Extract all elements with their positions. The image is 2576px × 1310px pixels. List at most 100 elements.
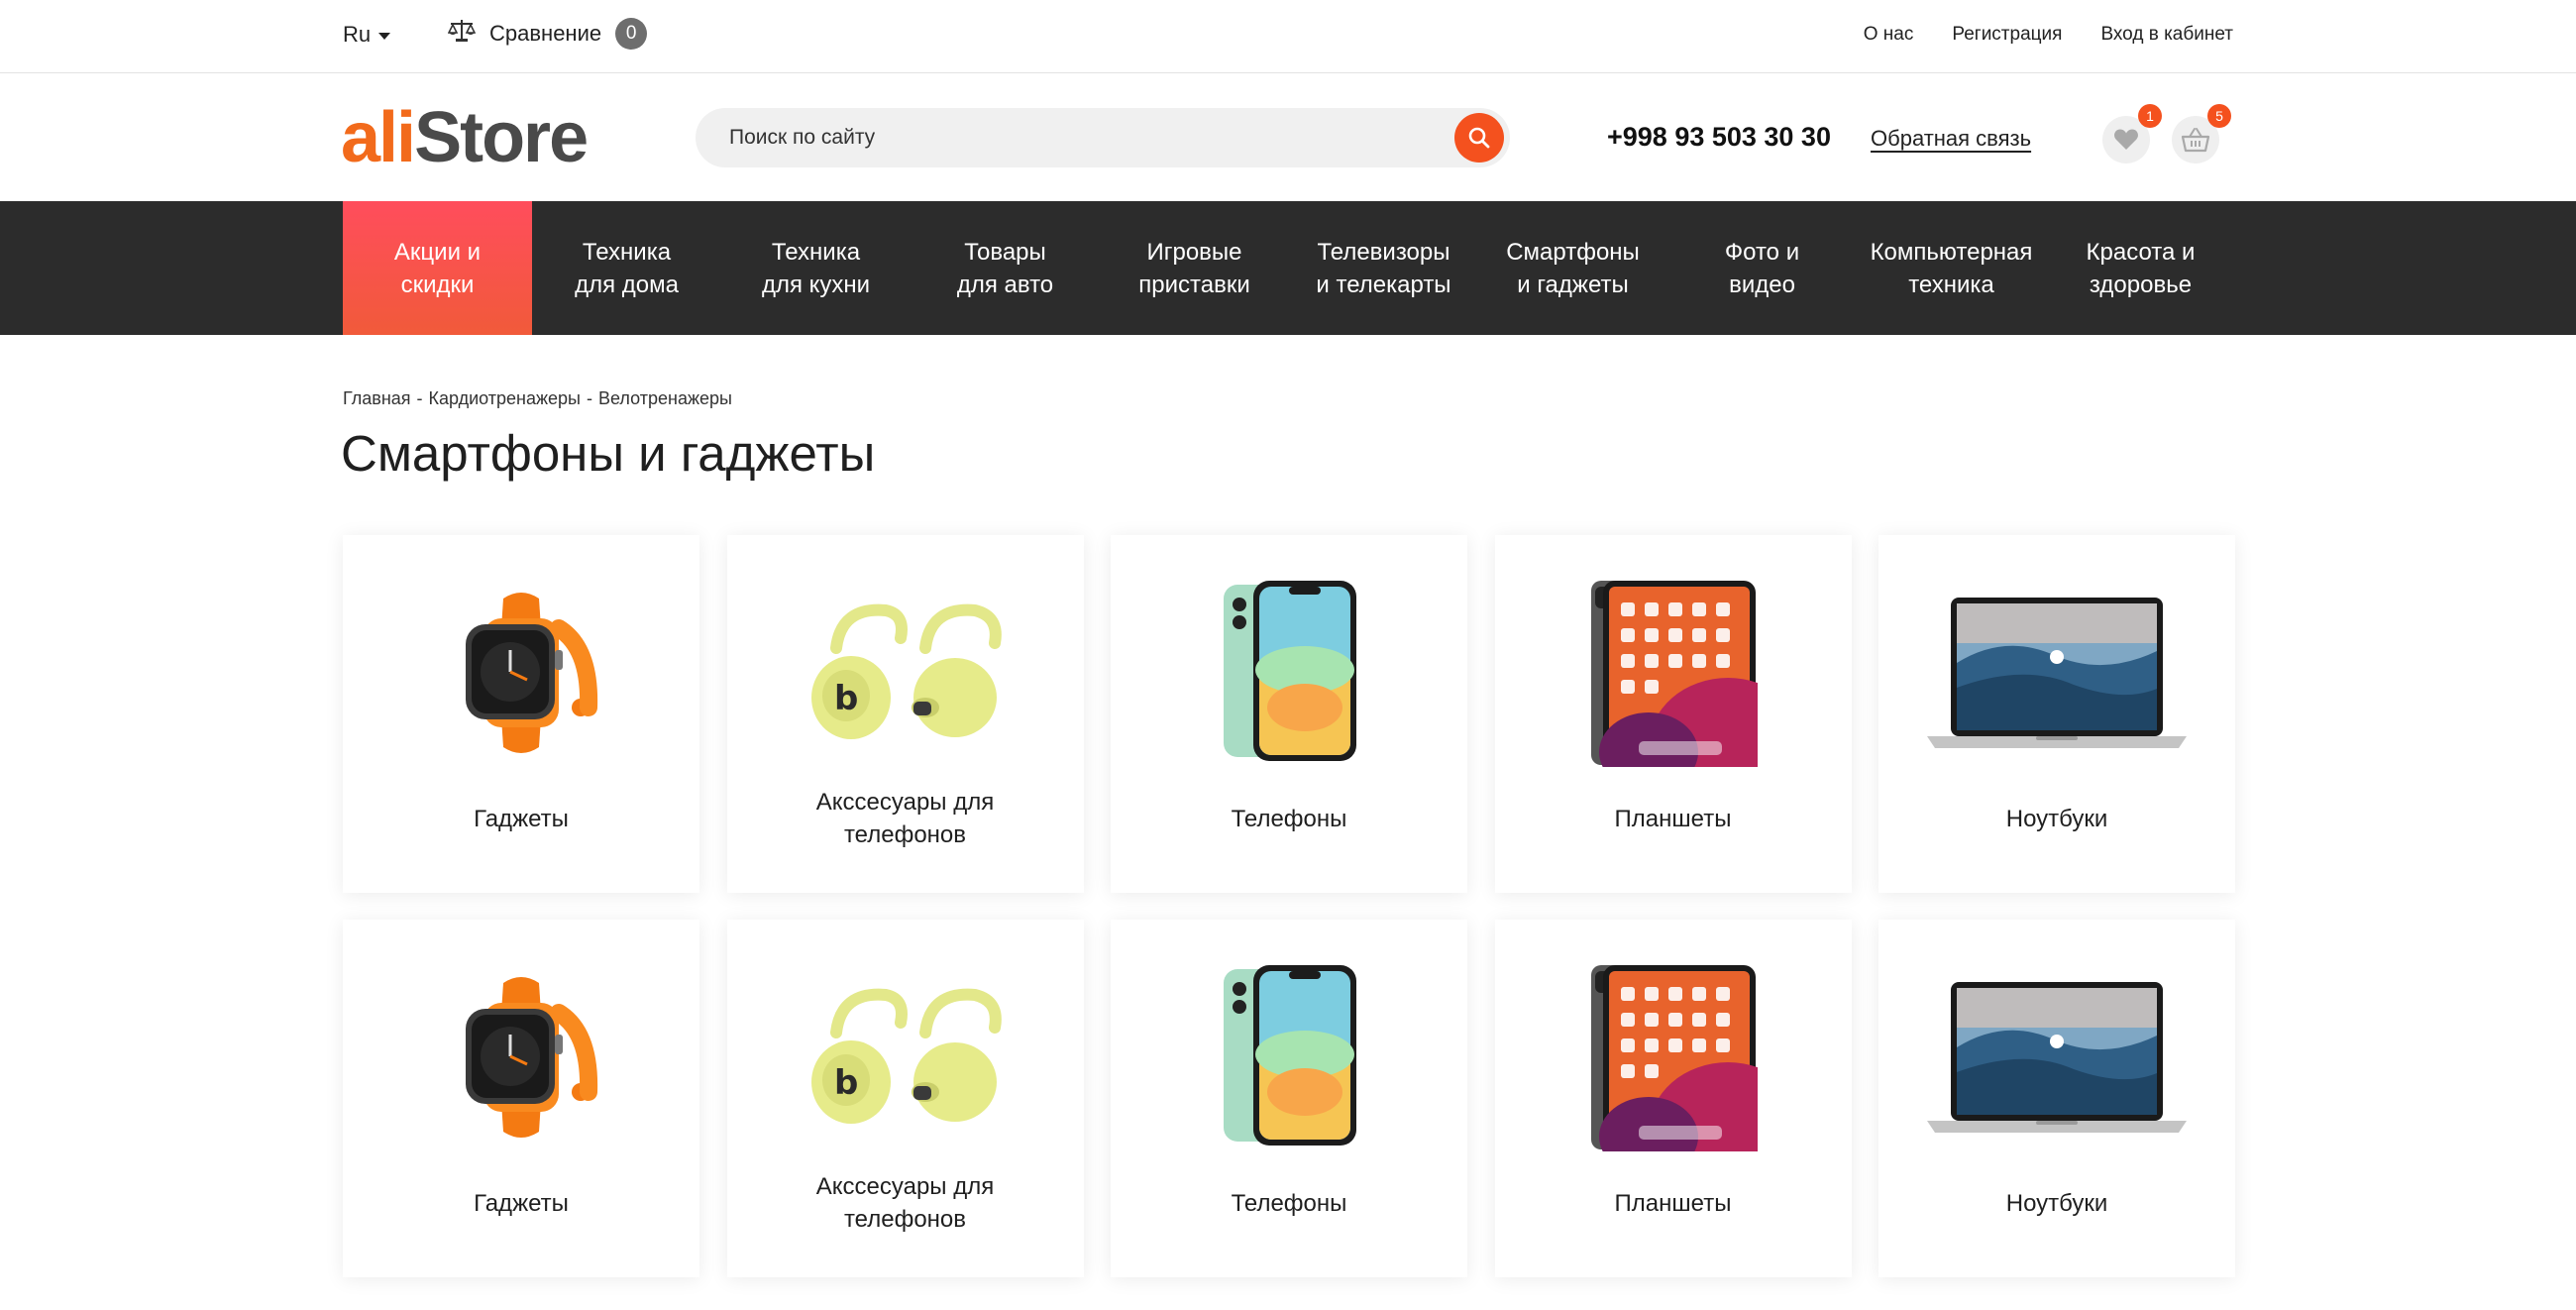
nav-label-line2: видео xyxy=(1729,271,1795,298)
about-link[interactable]: О нас xyxy=(1864,24,1914,46)
laptop-image xyxy=(1878,579,2235,767)
category-label: Ноутбуки xyxy=(2005,1189,2108,1217)
category-label: Планшеты xyxy=(1614,805,1732,832)
register-link[interactable]: Регистрация xyxy=(1952,24,2062,46)
search-bar xyxy=(696,108,1510,167)
category-label: Планшеты xyxy=(1614,1189,1732,1217)
svg-text:b: b xyxy=(834,679,858,718)
nav-item-label: Фото и видео xyxy=(1725,236,1799,301)
category-card-phone-accessories[interactable]: b Акссесуары для телефонов xyxy=(726,535,1084,893)
site-header: aliStore +998 93 503 30 30 Обратная связ… xyxy=(0,74,2576,201)
nav-label-line1: Компьютерная xyxy=(1870,238,2033,266)
tablet-image xyxy=(1495,579,1852,767)
breadcrumb-home[interactable]: Главная xyxy=(343,388,411,409)
nav-item-photo-video[interactable]: Фото и видео xyxy=(1667,201,1857,335)
feedback-link[interactable]: Обратная связь xyxy=(1871,126,2031,152)
cart-button[interactable]: 5 xyxy=(2172,104,2231,164)
site-logo[interactable]: aliStore xyxy=(341,102,589,173)
nav-item-beauty[interactable]: Красота и здоровье xyxy=(2046,201,2235,335)
nav-label-line1: Телевизоры xyxy=(1317,238,1450,266)
breadcrumb-separator: - xyxy=(416,388,423,408)
laptop-image xyxy=(1878,963,2235,1151)
compare-link[interactable]: Сравнение 0 xyxy=(447,18,648,50)
category-card-gadgets[interactable]: Гаджеты xyxy=(343,920,699,1277)
nav-label-line1: Смартфоны xyxy=(1506,238,1640,266)
heart-icon xyxy=(2114,129,2138,150)
nav-item-home-appliances[interactable]: Техника для дома xyxy=(532,201,721,335)
chevron-down-icon xyxy=(378,33,391,40)
phone-image xyxy=(1111,963,1467,1151)
nav-item-auto[interactable]: Товары для авто xyxy=(911,201,1100,335)
nav-item-label: Красота и здоровье xyxy=(2087,236,2196,301)
category-card-tablets[interactable]: Планшеты xyxy=(1494,535,1852,893)
watch-image xyxy=(343,579,699,767)
phone-number[interactable]: +998 93 503 30 30 xyxy=(1607,122,1831,153)
scales-icon xyxy=(447,18,477,50)
nav-item-label: Компьютерная техника xyxy=(1871,236,2033,301)
category-label: Гаджеты xyxy=(474,805,569,832)
nav-item-label: Смартфоны и гаджеты xyxy=(1506,236,1640,301)
category-card-phones[interactable]: Телефоны xyxy=(1111,535,1467,893)
search-button[interactable] xyxy=(1454,113,1504,163)
nav-label-line1: Техника xyxy=(771,238,861,266)
logo-part-ali: ali xyxy=(341,98,416,177)
nav-label-line2: и телекарты xyxy=(1316,271,1451,298)
search-input[interactable] xyxy=(729,108,1423,167)
nav-label-line1: Акции и xyxy=(393,238,482,266)
nav-item-label: Акции и скидки xyxy=(394,236,481,301)
breadcrumb-level2[interactable]: Велотренажеры xyxy=(598,388,732,409)
category-label: Телефоны xyxy=(1231,805,1347,832)
nav-item-computers[interactable]: Компьютерная техника xyxy=(1857,201,2046,335)
nav-label-line2: и гаджеты xyxy=(1517,271,1629,298)
nav-item-kitchen-appliances[interactable]: Техника для кухни xyxy=(721,201,911,335)
category-label: Акссесуары для телефонов xyxy=(815,789,995,848)
nav-item-smartphones[interactable]: Смартфоны и гаджеты xyxy=(1478,201,1667,335)
login-link[interactable]: Вход в кабинет xyxy=(2100,24,2233,46)
category-label: Гаджеты xyxy=(474,1189,569,1217)
nav-label-line1: Техника xyxy=(582,238,672,266)
nav-item-tv[interactable]: Телевизоры и телекарты xyxy=(1289,201,1478,335)
nav-label-line2: техника xyxy=(1908,271,1994,298)
nav-label-line1: Красота и xyxy=(2086,238,2196,266)
category-label: Акссесуары для телефонов xyxy=(815,1173,995,1233)
category-card-tablets[interactable]: Планшеты xyxy=(1494,920,1852,1277)
category-card-phones[interactable]: Телефоны xyxy=(1111,920,1467,1277)
category-grid: Гаджеты b Акссесуары для телефонов Телеф… xyxy=(343,535,2235,1277)
favorites-count-badge: 1 xyxy=(2138,104,2162,128)
nav-label-line1: Фото и xyxy=(1724,238,1800,266)
phone-image xyxy=(1111,579,1467,767)
compare-label: Сравнение xyxy=(489,21,602,46)
language-label: Ru xyxy=(343,22,372,47)
nav-item-label: Техника для дома xyxy=(575,236,679,301)
nav-label-line2: здоровье xyxy=(2089,271,2193,298)
nav-item-label: Товары для авто xyxy=(957,236,1053,301)
compare-count-badge: 0 xyxy=(615,18,648,50)
nav-label-line2: для дома xyxy=(575,271,679,298)
favorites-button[interactable]: 1 xyxy=(2102,104,2162,164)
top-bar: Ru Сравнение 0 О нас Регистрация Вход в … xyxy=(0,0,2576,73)
language-selector[interactable]: Ru xyxy=(343,22,391,48)
nav-item-label: Техника для кухни xyxy=(762,236,870,301)
category-card-laptops[interactable]: Ноутбуки xyxy=(1878,535,2235,893)
nav-label-line2: скидки xyxy=(400,271,475,298)
category-nav: Акции и скидки Техника для дома Техника для… xyxy=(0,201,2576,335)
category-card-gadgets[interactable]: Гаджеты xyxy=(343,535,699,893)
nav-item-consoles[interactable]: Игровые приставки xyxy=(1100,201,1289,335)
basket-icon xyxy=(2181,128,2210,153)
cart-count-badge: 5 xyxy=(2207,104,2231,128)
category-card-laptops[interactable]: Ноутбуки xyxy=(1878,920,2235,1277)
category-label: Телефоны xyxy=(1231,1189,1347,1217)
category-label: Ноутбуки xyxy=(2005,805,2108,832)
category-card-phone-accessories[interactable]: b Акссесуары для телефонов xyxy=(726,920,1084,1277)
nav-label-line1: Игровые xyxy=(1146,238,1242,266)
earbuds-image: b xyxy=(727,579,1084,767)
nav-label-line2: приставки xyxy=(1138,271,1250,298)
nav-item-sales[interactable]: Акции и скидки xyxy=(343,201,532,335)
earbuds-image: b xyxy=(727,963,1084,1151)
svg-text:b: b xyxy=(834,1063,858,1103)
page-title: Смартфоны и гаджеты xyxy=(341,425,876,482)
logo-part-store: Store xyxy=(414,98,589,177)
breadcrumb-level1[interactable]: Кардиотренажеры xyxy=(429,388,581,409)
account-links: О нас Регистрация Вход в кабинет xyxy=(1864,24,2233,46)
nav-label-line2: для авто xyxy=(956,271,1054,298)
